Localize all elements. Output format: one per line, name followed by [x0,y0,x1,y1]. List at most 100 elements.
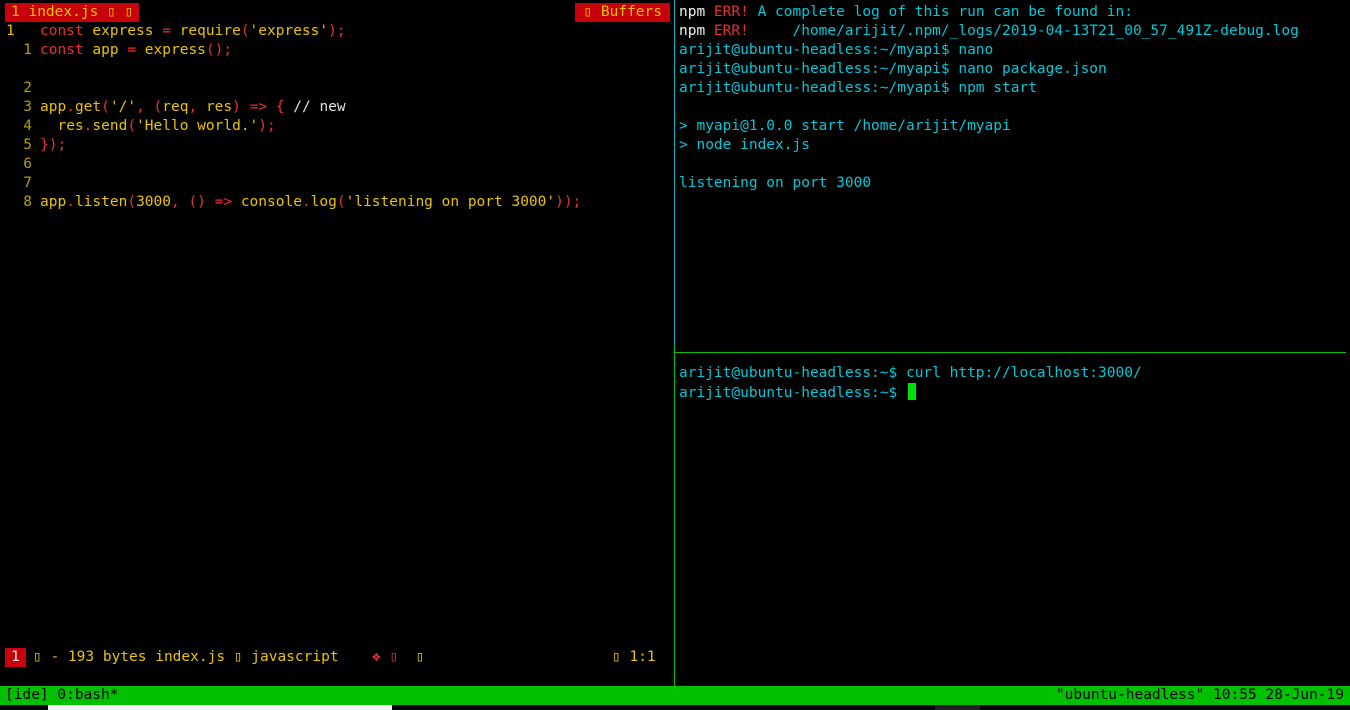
line-number: 4 [23,118,32,134]
code-line[interactable]: 5}); [0,136,672,155]
status-mode-icon: ▯ [33,649,42,665]
buffers-icon: ▯ [583,4,593,20]
code-token: app [92,42,119,58]
code-token: get [74,99,102,115]
code-token: ( [101,99,110,115]
code-token: , [188,99,206,115]
code-token: require [179,23,241,39]
terminal-line: arijit@ubuntu-headless:~/myapi$ nano pac… [679,60,1344,79]
mode-indicator: 1 [5,648,26,667]
status-file-info: ▯ - 193 bytes index.js ▯ javascript [33,648,339,667]
terminal-line: npm ERR! /home/arijit/.npm/_logs/2019-04… [679,22,1344,41]
horizontal-pane-divider[interactable] [675,352,1346,353]
code-token: app [40,99,67,115]
code-editor[interactable]: 1 const express = require('express'); 1 con… [0,22,672,212]
line-number: 8 [23,194,32,210]
tmux-host-clock: "ubuntu-headless" 10:55 28-Jun-19 [1055,687,1344,703]
code-token: 'listening on port 3000' [345,194,556,210]
terminal-line: > node index.js [679,136,1344,155]
line-number: 7 [23,175,32,191]
line-number: 1 [23,42,32,58]
code-token: . [66,99,75,115]
code-token: log [310,194,337,210]
vim-tabline: 1 index.js ▯ ▯ ▯ Buffers [0,3,672,22]
code-token: ); [258,118,276,134]
tab-number: 1 [11,4,20,20]
code-token: res [205,99,233,115]
code-token: (); [205,42,233,58]
terminal-text: > node index.js [679,137,810,153]
code-token: 'Hello world.' [136,118,259,134]
code-token: // new [293,99,346,115]
terminal-text: arijit@ubuntu-headless:~/myapi$ nano [679,42,994,58]
code-line[interactable]: 7 [0,174,672,193]
terminal-text: /home/arijit/.npm/_logs/2019-04-13T21_00… [748,23,1299,39]
bottom-strip [0,705,1350,710]
code-token: ( [127,118,137,134]
cursor-position: ▯ 1:1 [612,649,656,665]
status-mark2-icon: ▯ [415,649,425,665]
code-line[interactable]: 2 [0,79,672,98]
buffers-label: Buffers [600,4,662,20]
buffers-button[interactable]: ▯ Buffers [575,3,670,22]
line-number: 2 [23,80,32,96]
terminal-line: arijit@ubuntu-headless:~$ curl http://lo… [679,364,1344,383]
code-token: const [40,23,93,39]
code-line[interactable] [0,60,672,79]
status-marks: ❖ ▯ ▯ [372,648,424,667]
terminal-pane-top[interactable]: npm ERR! A complete log of this run can … [679,3,1344,193]
terminal-pane-bottom[interactable]: arijit@ubuntu-headless:~$ curl http://lo… [679,364,1344,402]
code-line[interactable]: 4 res.send('Hello world.'); [0,117,672,136]
code-token: , ( [136,99,163,115]
terminal-cursor[interactable] [907,383,916,400]
code-token: ) => { [232,99,294,115]
terminal-line: npm ERR! A complete log of this run can … [679,3,1344,22]
code-line[interactable]: 8 app.listen(3000, () => console.log('lis… [0,193,672,212]
terminal-text: arijit@ubuntu-headless:~/myapi$ nano pac… [679,61,1107,77]
terminal-text: > myapi@1.0.0 start /home/arijit/myapi [679,118,1011,134]
code-token: ( [127,194,137,210]
code-token: res [57,118,84,134]
terminal-line: > myapi@1.0.0 start /home/arijit/myapi [679,117,1344,136]
terminal-line: arijit@ubuntu-headless:~/myapi$ nano [679,41,1344,60]
code-token: send [92,118,128,134]
tab-icons: ▯ ▯ [107,4,134,20]
code-line[interactable]: 1 const express = require('express'); [0,22,672,41]
code-token: console [240,194,302,210]
code-token: . [301,194,311,210]
code-token: . [66,194,75,210]
code-line[interactable]: 6 [0,155,672,174]
code-token: = [153,23,180,39]
code-token: 'express' [249,23,329,39]
line-number: 1 [6,23,15,39]
terminal-text: npm [679,4,714,20]
code-token: ( [240,23,250,39]
code-token: )); [555,194,582,210]
terminal-text: A complete log of this run can be found … [748,4,1133,20]
code-token: express [144,42,206,58]
code-token: listen [74,194,128,210]
terminal-text: listening on port 3000 [679,175,872,191]
terminal-line: arijit@ubuntu-headless:~$ [679,383,1344,402]
vim-editor-pane[interactable]: 1 index.js ▯ ▯ ▯ Buffers 1 const express … [0,0,672,686]
code-token: }); [40,137,67,153]
terminal-line: arijit@ubuntu-headless:~/myapi$ npm star… [679,79,1344,98]
tmux-status-bar: [ide] 0:bash* "ubuntu-headless" 10:55 28… [0,686,1350,705]
tmux-session-window[interactable]: [ide] 0:bash* [5,686,119,705]
code-line[interactable]: 3 app.get('/', (req, res) => { // new [0,98,672,117]
code-token: , () => [170,194,241,210]
code-token: const [40,42,93,58]
code-line[interactable]: 1 const app = express(); [0,41,672,60]
terminal-text: arijit@ubuntu-headless:~$ curl http://lo… [679,365,1142,381]
active-pane-divider [674,0,675,346]
status-mark-icon: ❖ ▯ [372,649,399,665]
tab-index-js[interactable]: 1 index.js ▯ ▯ [5,3,140,22]
terminal-text: arijit@ubuntu-headless:~/myapi$ npm star… [679,80,1037,96]
vim-statusline: 1 ▯ - 193 bytes index.js ▯ javascript ❖ … [0,648,672,667]
terminal-text: ERR! [713,4,749,20]
line-number: 3 [23,99,32,115]
status-file-text: - 193 bytes index.js ▯ javascript [50,649,339,665]
code-token: ( [336,194,346,210]
